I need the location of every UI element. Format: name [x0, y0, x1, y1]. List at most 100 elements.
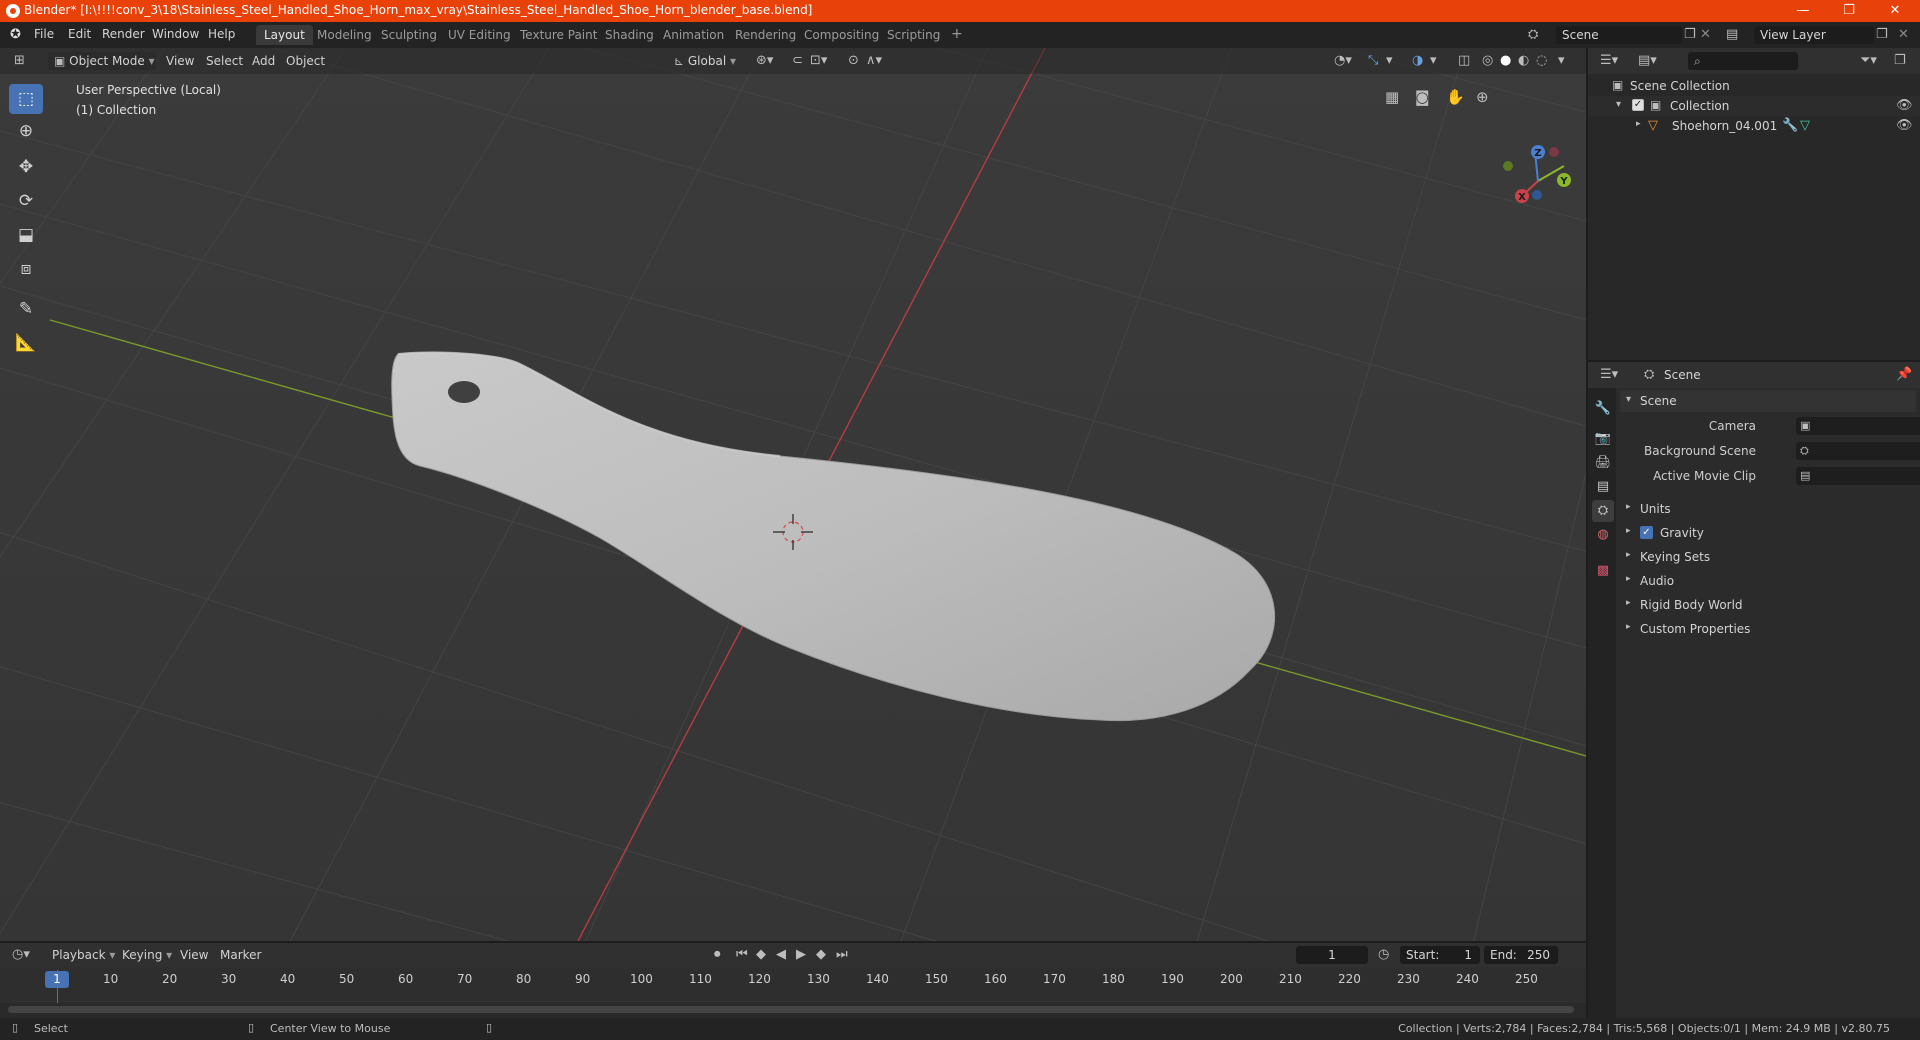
tree-collection[interactable]: ▾ ✓ ▣ Collection 👁: [1588, 96, 1920, 116]
texture-tab-icon[interactable]: ▩: [1592, 560, 1614, 582]
overlay-dropdown-icon[interactable]: ▾: [1430, 54, 1437, 67]
expand-arrow-icon[interactable]: ▾: [1626, 395, 1631, 405]
play-reverse-icon[interactable]: ◀: [776, 948, 786, 961]
tree-scene-collection[interactable]: ▣ Scene Collection: [1588, 76, 1920, 96]
move-tool-icon[interactable]: ✥: [9, 152, 43, 182]
tab-texture-paint[interactable]: Texture Paint: [512, 25, 605, 45]
record-icon[interactable]: ⏺: [714, 948, 721, 961]
camera-field[interactable]: ▣ ✎: [1796, 417, 1920, 435]
tab-animation[interactable]: Animation: [655, 25, 732, 45]
filter-icon[interactable]: ⏷▾: [1860, 54, 1877, 67]
jump-start-icon[interactable]: ⏮: [736, 948, 748, 961]
mesh-data-icon[interactable]: ▽: [1800, 119, 1810, 132]
annotate-tool-icon[interactable]: ✎: [9, 294, 43, 324]
blender-menu-icon[interactable]: ✪: [10, 28, 21, 41]
new-view-layer-icon[interactable]: ❐: [1876, 28, 1888, 41]
tab-rendering[interactable]: Rendering: [727, 25, 804, 45]
expand-arrow-icon[interactable]: ▸: [1626, 527, 1631, 536]
menu-help[interactable]: Help: [208, 27, 235, 41]
scene-tab-icon[interactable]: ⛭: [1592, 500, 1614, 522]
next-keyframe-icon[interactable]: ◆: [816, 948, 826, 961]
audio-panel-header[interactable]: ▸ Audio: [1620, 570, 1916, 592]
tool-tab-icon[interactable]: 🔧: [1592, 398, 1614, 420]
close-button[interactable]: ✕: [1872, 0, 1918, 22]
tab-scripting[interactable]: Scripting: [879, 25, 948, 45]
timeline-ruler[interactable]: 1 10 20 30 40 50 60 70 80 90 100 110 120…: [0, 967, 1586, 1003]
new-collection-icon[interactable]: ❐: [1894, 54, 1906, 67]
viewport-scene[interactable]: Y Z X: [0, 48, 1586, 941]
outliner-editor-type-icon[interactable]: ☰▾: [1600, 54, 1618, 67]
units-panel-header[interactable]: ▸ Units: [1620, 498, 1916, 520]
snap-icon[interactable]: ⊂: [792, 54, 803, 67]
scene-browse-icon[interactable]: ⛭: [1528, 28, 1538, 41]
shading-dropdown-icon[interactable]: ▾: [1558, 54, 1565, 67]
timeline-menu-view[interactable]: View: [174, 946, 214, 964]
background-scene-field[interactable]: ⛭: [1796, 442, 1920, 460]
keying-sets-panel-header[interactable]: ▸ Keying Sets: [1620, 546, 1916, 568]
active-movie-clip-field[interactable]: ▤: [1796, 467, 1920, 485]
viewport-menu-select[interactable]: Select: [200, 52, 249, 70]
grid-view-icon[interactable]: ▦: [1385, 90, 1399, 105]
mode-dropdown[interactable]: ▣ Object Mode ▾: [48, 52, 156, 70]
render-tab-icon[interactable]: 📷: [1592, 428, 1614, 450]
overlay-toggle-icon[interactable]: ◑: [1412, 54, 1423, 67]
wireframe-shading-icon[interactable]: ◎: [1482, 54, 1493, 67]
scene-panel-header[interactable]: ▾ Scene: [1620, 390, 1916, 412]
pin-icon[interactable]: 📌: [1896, 368, 1912, 381]
expand-arrow-icon[interactable]: ▸: [1626, 599, 1631, 608]
play-icon[interactable]: ▶: [796, 948, 806, 961]
world-tab-icon[interactable]: ◍: [1592, 524, 1614, 546]
timeline-menu-marker[interactable]: Marker: [214, 946, 267, 964]
timeline-scrollbar[interactable]: [8, 1006, 1574, 1013]
gravity-panel-header[interactable]: ▸ ✓ Gravity: [1620, 522, 1916, 544]
proportional-edit-icon[interactable]: ⊙: [848, 54, 859, 67]
custom-properties-panel-header[interactable]: ▸ Custom Properties: [1620, 618, 1916, 640]
timer-icon[interactable]: ◷: [1378, 948, 1389, 961]
solid-shading-icon[interactable]: ●: [1500, 54, 1511, 67]
end-frame-field[interactable]: End: 250: [1484, 946, 1558, 964]
viewport-menu-object[interactable]: Object: [280, 52, 331, 70]
view-layer-browse-icon[interactable]: ▤: [1726, 28, 1738, 41]
transform-tool-icon[interactable]: ⧈: [9, 254, 43, 284]
timeline-menu-playback[interactable]: Playback ▾: [46, 946, 121, 964]
properties-editor-type-icon[interactable]: ☰▾: [1600, 368, 1618, 381]
gizmo-dropdown-icon[interactable]: ▾: [1386, 54, 1393, 67]
snap-target-icon[interactable]: ⊡▾: [810, 54, 827, 67]
jump-end-icon[interactable]: ⏭: [836, 948, 848, 961]
scale-tool-icon[interactable]: ⬓: [9, 220, 43, 250]
tab-uv-editing[interactable]: UV Editing: [440, 25, 519, 45]
current-frame-field[interactable]: 1: [1296, 946, 1368, 964]
editor-type-icon[interactable]: ⊞: [14, 54, 25, 67]
add-workspace-button[interactable]: +: [943, 25, 971, 45]
menu-edit[interactable]: Edit: [68, 27, 91, 41]
rigid-body-world-panel-header[interactable]: ▸ Rigid Body World: [1620, 594, 1916, 616]
expand-arrow-icon[interactable]: ▸: [1626, 503, 1631, 512]
3d-viewport[interactable]: Y Z X ⊞ ▣ Object Mode ▾ View Select Add …: [0, 48, 1586, 941]
zoom-icon[interactable]: ⊕: [1476, 90, 1489, 105]
pan-hand-icon[interactable]: ✋: [1446, 90, 1465, 105]
viewport-menu-add[interactable]: Add: [246, 52, 281, 70]
prev-keyframe-icon[interactable]: ◆: [756, 948, 766, 961]
delete-scene-icon[interactable]: ✕: [1700, 28, 1711, 41]
tree-object-shoehorn[interactable]: ▸ ▽ Shoehorn_04.001 🔧 ▽ 👁: [1588, 116, 1920, 136]
delete-view-layer-icon[interactable]: ✕: [1898, 28, 1909, 41]
view-layer-tab-icon[interactable]: ▤: [1592, 476, 1614, 498]
view-layer-field[interactable]: View Layer: [1754, 26, 1874, 44]
menu-window[interactable]: Window: [152, 27, 199, 41]
expand-arrow-icon[interactable]: ▸: [1626, 623, 1631, 632]
new-scene-icon[interactable]: ❐: [1684, 28, 1696, 41]
minimize-button[interactable]: —: [1780, 0, 1826, 22]
start-frame-field[interactable]: Start: 1: [1400, 946, 1480, 964]
eye-icon[interactable]: 👁: [1896, 119, 1913, 132]
tab-shading[interactable]: Shading: [597, 25, 662, 45]
outliner-search-input[interactable]: ⌕: [1688, 52, 1798, 70]
measure-tool-icon[interactable]: 📐: [9, 328, 43, 358]
menu-render[interactable]: Render: [102, 27, 145, 41]
tab-modeling[interactable]: Modeling: [309, 25, 380, 45]
pivot-point-icon[interactable]: ⊛▾: [756, 54, 773, 67]
scene-name-field[interactable]: Scene: [1556, 26, 1682, 44]
cursor-tool-icon[interactable]: ⊕: [9, 116, 43, 146]
eye-icon[interactable]: 👁: [1896, 99, 1913, 112]
expand-arrow-icon[interactable]: ▾: [1616, 100, 1621, 110]
tab-layout[interactable]: Layout: [256, 25, 313, 45]
